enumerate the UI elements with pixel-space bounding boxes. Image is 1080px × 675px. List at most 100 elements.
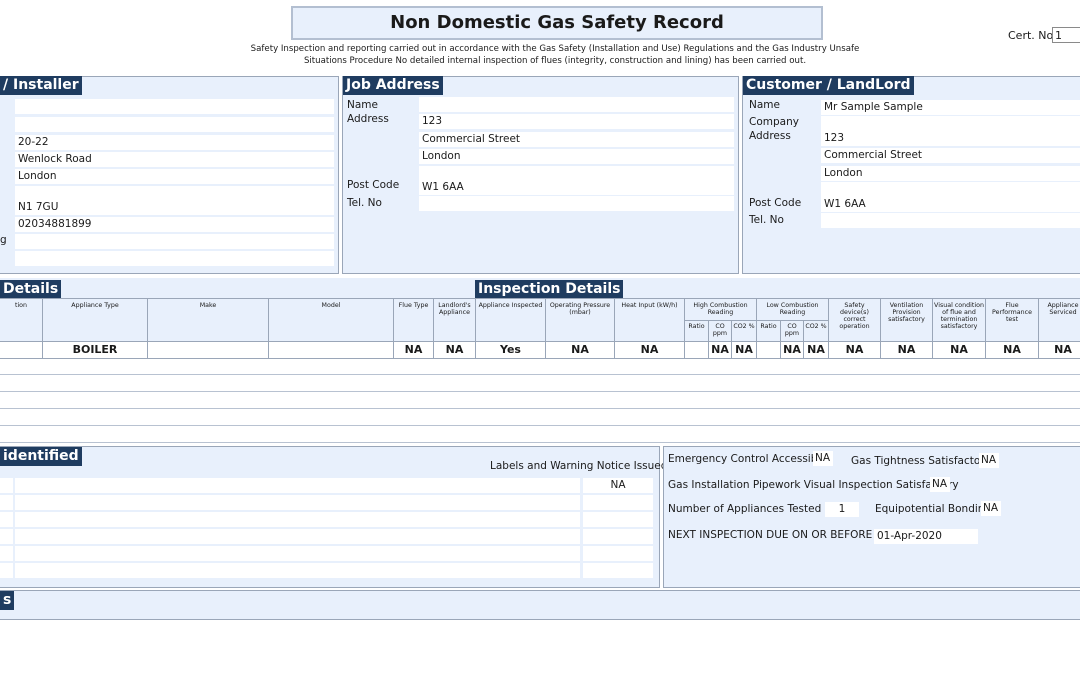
col-header-operating-pressure: Operating Pressure (mbar) [549, 302, 611, 316]
cell-high-co2[interactable]: NA [732, 342, 756, 358]
empty-row-line [0, 374, 1080, 375]
job-address-line-4[interactable] [419, 166, 734, 181]
cert-no-label: Cert. No. [1008, 29, 1057, 42]
job-address-line-1[interactable]: 123 [419, 114, 734, 129]
subtitle-line-1: Safety Inspection and reporting carried … [250, 44, 860, 54]
appliances-tested-label: Number of Appliances Tested [668, 503, 822, 515]
next-inspection-date[interactable]: 01-Apr-2020 [874, 529, 978, 544]
subtitle-line-2: Situations Procedure No detailed interna… [303, 56, 807, 66]
labels-warning-heading: Labels and Warning Notice Issued [490, 460, 668, 472]
defect-row-5[interactable] [15, 546, 580, 561]
customer-postcode-label: Post Code [749, 197, 802, 209]
job-tel-field[interactable] [419, 196, 734, 211]
defect-row-2[interactable] [15, 495, 580, 510]
cell-ventilation[interactable]: NA [881, 342, 932, 358]
emergency-control-value[interactable]: NA [813, 451, 833, 466]
job-postcode-label: Post Code [347, 179, 400, 191]
installer-postcode[interactable]: N1 7GU [15, 200, 334, 215]
customer-postcode-field[interactable]: W1 6AA [821, 197, 1080, 212]
defect-row-4[interactable] [15, 529, 580, 544]
job-address-line-2[interactable]: Commercial Street [419, 132, 734, 147]
customer-company-field[interactable] [821, 116, 1080, 131]
cert-no-field[interactable]: 1 [1052, 27, 1080, 43]
job-address-label: Address [347, 113, 389, 125]
emergency-control-label: Emergency Control Accessible [668, 453, 827, 465]
defect-warning-4[interactable] [583, 529, 653, 544]
next-inspection-label: NEXT INSPECTION DUE ON OR BEFORE [668, 529, 873, 541]
gas-tightness-label: Gas Tightness Satisfactory [851, 455, 991, 467]
defect-warning-1[interactable]: NA [583, 478, 653, 493]
cell-appliance-serviced[interactable]: NA [1039, 342, 1080, 358]
cell-heat-input[interactable]: NA [615, 342, 684, 358]
job-postcode-field[interactable]: W1 6AA [419, 180, 734, 195]
cell-visual-condition[interactable]: NA [933, 342, 985, 358]
installer-field-2[interactable] [15, 117, 334, 132]
defect-ref-2[interactable] [0, 495, 13, 510]
installer-address-1[interactable]: 20-22 [15, 135, 334, 150]
installer-address-4[interactable] [15, 186, 334, 201]
customer-address-line-4[interactable] [821, 182, 1080, 197]
installer-address-3[interactable]: London [15, 169, 334, 184]
col-header-high-ratio: Ratio [688, 323, 705, 330]
gas-tightness-value[interactable]: NA [979, 453, 999, 468]
defect-row-6[interactable] [15, 563, 580, 578]
customer-address-line-3[interactable]: London [821, 166, 1080, 181]
col-header-low-ratio: Ratio [760, 323, 777, 330]
equipotential-bonding-value[interactable]: NA [981, 501, 1001, 516]
summary-panel [663, 446, 1080, 588]
customer-tel-field[interactable] [821, 213, 1080, 228]
defect-ref-6[interactable] [0, 563, 13, 578]
empty-row-line [0, 442, 1080, 443]
comments-heading: s [0, 591, 15, 610]
col-header-appliance-inspected: Appliance Inspected [478, 302, 543, 309]
col-header-model: Model [321, 302, 341, 309]
installer-field-1[interactable] [15, 99, 334, 114]
col-header-ventilation: Ventilation Provision satisfactory [888, 302, 925, 323]
table-top-border [0, 298, 1080, 299]
cell-landlords-appliance[interactable]: NA [434, 342, 475, 358]
defect-warning-2[interactable] [583, 495, 653, 510]
cell-high-co[interactable]: NA [709, 342, 731, 358]
col-header-visual-condition: Visual condition of flue and termination… [934, 302, 984, 330]
table-row-bottom-border [0, 358, 1080, 359]
customer-address-line-2[interactable]: Commercial Street [821, 148, 1080, 163]
customer-name-field[interactable]: Mr Sample Sample [821, 100, 1080, 115]
installer-field-9[interactable] [15, 234, 334, 249]
installer-tel[interactable]: 02034881899 [15, 217, 334, 232]
cell-safety-devices[interactable]: NA [829, 342, 880, 358]
defect-ref-5[interactable] [0, 546, 13, 561]
defect-ref-1[interactable] [0, 478, 13, 493]
defect-warning-3[interactable] [583, 512, 653, 527]
cell-low-co[interactable]: NA [781, 342, 803, 358]
document-title: Non Domestic Gas Safety Record [291, 6, 823, 40]
defect-warning-6[interactable] [583, 563, 653, 578]
col-header-low-co2: CO2 % [805, 323, 827, 330]
cell-flue-performance[interactable]: NA [986, 342, 1038, 358]
col-header-safety-devices: Safety device(s) correct operation [839, 302, 870, 330]
pipework-inspection-label: Gas Installation Pipework Visual Inspect… [668, 479, 959, 491]
defect-row-1[interactable] [15, 478, 580, 493]
cell-appliance-type[interactable]: BOILER [43, 342, 147, 358]
document-subtitle: Safety Inspection and reporting carried … [230, 43, 880, 67]
col-header-landlords-appliance: Landlord's Appliance [438, 302, 471, 316]
appliances-tested-value[interactable]: 1 [825, 502, 859, 517]
col-header-make: Make [199, 302, 217, 309]
job-address-line-3[interactable]: London [419, 149, 734, 164]
installer-address-2[interactable]: Wenlock Road [15, 152, 334, 167]
defect-row-3[interactable] [15, 512, 580, 527]
job-name-field[interactable] [419, 97, 734, 112]
cell-flue-type[interactable]: NA [394, 342, 433, 358]
equipotential-bonding-label: Equipotential Bonding [875, 503, 992, 515]
combustion-subheader-line [684, 320, 828, 321]
cell-appliance-inspected[interactable]: Yes [476, 342, 545, 358]
customer-address-line-1[interactable]: 123 [821, 131, 1080, 146]
col-header-high-co2: CO2 % [733, 323, 755, 330]
empty-row-line [0, 408, 1080, 409]
installer-field-10[interactable] [15, 251, 334, 266]
cell-operating-pressure[interactable]: NA [546, 342, 614, 358]
pipework-inspection-value[interactable]: NA [930, 477, 950, 492]
defect-ref-4[interactable] [0, 529, 13, 544]
defect-warning-5[interactable] [583, 546, 653, 561]
defect-ref-3[interactable] [0, 512, 13, 527]
cell-low-co2[interactable]: NA [804, 342, 828, 358]
